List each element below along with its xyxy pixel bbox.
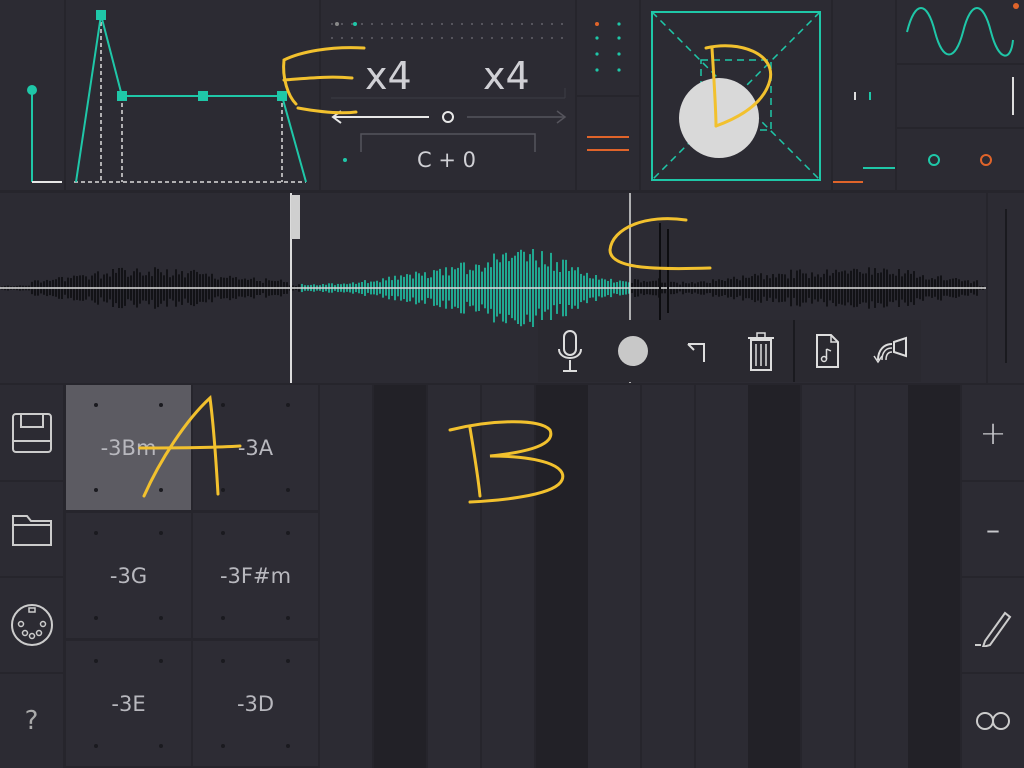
- sequencer-column[interactable]: [856, 385, 908, 768]
- pad-label: -3F#m: [219, 563, 292, 588]
- lines-panel[interactable]: [577, 97, 639, 190]
- level-panel[interactable]: [0, 0, 64, 190]
- midi-button[interactable]: [0, 578, 63, 672]
- level-graphic: [27, 85, 62, 183]
- sequencer-column[interactable]: [642, 385, 694, 768]
- trim-icon[interactable]: [682, 336, 714, 366]
- remove-button[interactable]: –: [962, 482, 1024, 576]
- pad-label: -3G: [109, 563, 148, 588]
- xy-pad-handle[interactable]: [679, 78, 759, 158]
- xy-pad-graphic: [651, 11, 821, 181]
- orange-lines: [587, 136, 629, 151]
- decay-node[interactable]: [117, 91, 127, 101]
- share-icon[interactable]: [872, 334, 912, 368]
- toolbar-divider: [793, 320, 795, 382]
- envelope-graph: [74, 10, 307, 183]
- open-button[interactable]: [0, 482, 63, 576]
- release-node[interactable]: [277, 91, 287, 101]
- pitch-multiplier-left[interactable]: x4: [365, 54, 412, 98]
- sustain-node[interactable]: [198, 91, 208, 101]
- folder-icon: [11, 515, 52, 546]
- lfo-amount-graphic: [1012, 77, 1014, 115]
- waveform-scroller[interactable]: [988, 193, 1024, 383]
- pad-5[interactable]: -3E: [66, 641, 191, 766]
- sampler-toolbar: [538, 320, 921, 382]
- sequencer-column[interactable]: [696, 385, 748, 768]
- pad-label: -3D: [236, 691, 275, 716]
- sample-start-handle[interactable]: [291, 195, 300, 239]
- microphone-icon[interactable]: [550, 328, 590, 374]
- minus-icon: –: [986, 512, 1000, 546]
- transpose-value[interactable]: C + 0: [417, 148, 476, 172]
- loop-button[interactable]: [962, 674, 1024, 768]
- save-icon: [11, 412, 52, 453]
- sequencer-column[interactable]: [428, 385, 480, 768]
- help-icon: ?: [24, 706, 39, 736]
- loop-icon: [976, 712, 1010, 730]
- xy-pad[interactable]: [641, 0, 831, 190]
- lfo-target-panel[interactable]: [897, 129, 1024, 190]
- lfo-target-graphic: [928, 154, 992, 166]
- sequencer-column[interactable]: [320, 385, 372, 768]
- pencil-icon: [975, 611, 1012, 647]
- sequencer-column[interactable]: [536, 385, 588, 768]
- save-button[interactable]: [0, 385, 63, 480]
- sequencer-column[interactable]: [748, 385, 800, 768]
- pad-1[interactable]: -3Bm: [66, 385, 191, 510]
- lfo-wave-panel[interactable]: [897, 0, 1024, 63]
- sequencer-column[interactable]: [482, 385, 534, 768]
- pad-6[interactable]: -3D: [193, 641, 318, 766]
- sequencer-column[interactable]: [374, 385, 426, 768]
- pad-4[interactable]: -3F#m: [193, 513, 318, 638]
- lfo-amount-panel[interactable]: [897, 65, 1024, 127]
- pitch-panel[interactable]: x4 x4 C + 0: [321, 0, 575, 190]
- trash-icon[interactable]: [744, 330, 778, 374]
- sequencer-column[interactable]: [908, 385, 960, 768]
- mini-panel-graphic: [833, 92, 895, 183]
- attack-node[interactable]: [96, 10, 106, 20]
- mini-panel[interactable]: [833, 0, 895, 190]
- pad-label: -3Bm: [100, 435, 157, 460]
- help-button[interactable]: ?: [0, 674, 63, 768]
- pitch-multiplier-right[interactable]: x4: [483, 54, 530, 98]
- record-icon[interactable]: [618, 336, 648, 366]
- midi-icon: [10, 604, 53, 646]
- edit-button[interactable]: [962, 578, 1024, 672]
- sequencer-column[interactable]: [802, 385, 854, 768]
- scroller-track: [1005, 209, 1007, 363]
- plus-icon: +: [979, 413, 1007, 452]
- sequencer-column[interactable]: [588, 385, 640, 768]
- envelope-editor[interactable]: [66, 0, 319, 190]
- arp-panel[interactable]: [577, 0, 639, 95]
- music-file-icon[interactable]: [812, 332, 842, 370]
- arp-dots: [595, 22, 621, 72]
- pad-2[interactable]: -3A: [193, 385, 318, 510]
- pad-label: -3E: [111, 691, 146, 716]
- add-button[interactable]: +: [962, 385, 1024, 480]
- pad-3[interactable]: -3G: [66, 513, 191, 638]
- sine-wave-icon: [906, 3, 1019, 57]
- pad-label: -3A: [237, 435, 274, 460]
